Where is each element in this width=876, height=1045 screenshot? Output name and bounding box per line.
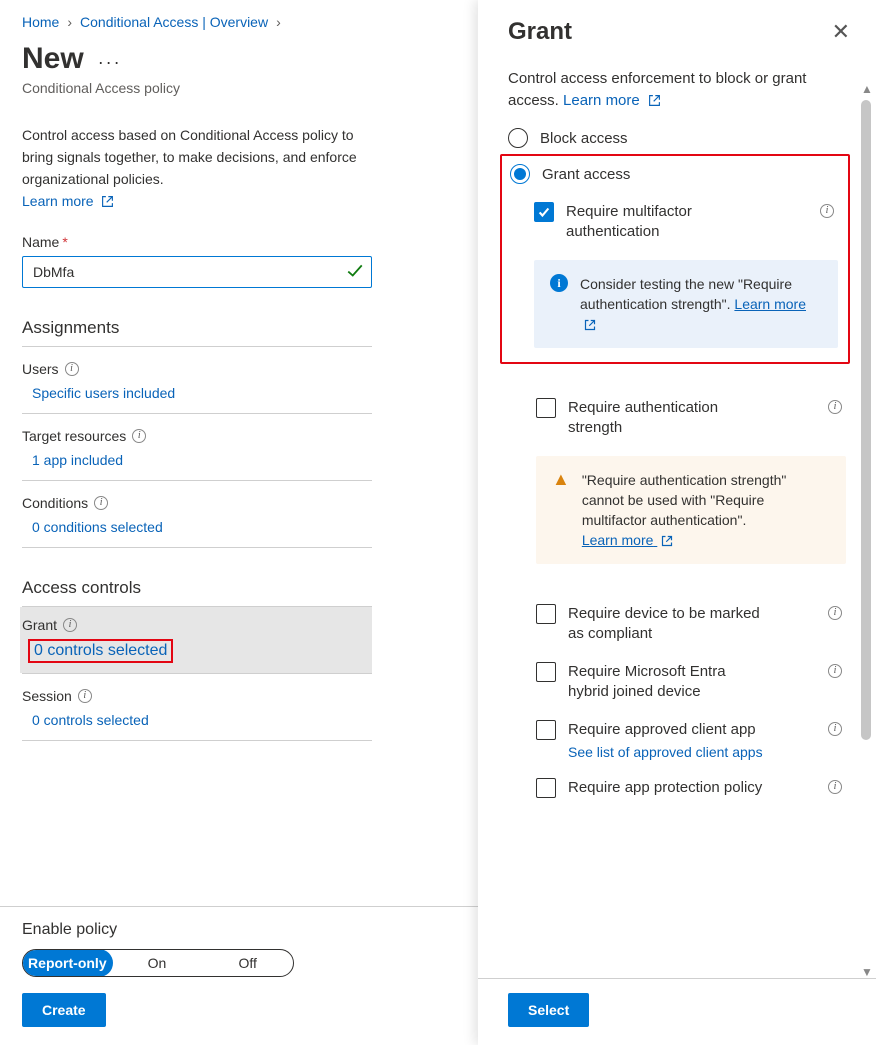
require-compliant-label: Require device to be marked as compliant <box>568 604 768 644</box>
scroll-down-icon[interactable]: ▼ <box>858 963 876 981</box>
grant-item[interactable]: Grant i 0 controls selected <box>22 607 372 674</box>
info-icon[interactable]: i <box>828 722 842 736</box>
require-app-protection-checkbox[interactable]: Require app protection policy i <box>508 778 846 798</box>
more-actions-button[interactable]: ··· <box>98 52 122 73</box>
grant-access-label: Grant access <box>542 166 630 183</box>
require-auth-strength-label: Require authentication strength <box>568 398 768 438</box>
checkbox-icon <box>536 778 556 798</box>
panel-intro: Control access enforcement to block or g… <box>508 68 846 112</box>
conditions-item[interactable]: Conditions i 0 conditions selected <box>22 481 372 548</box>
approved-apps-link[interactable]: See list of approved client apps <box>568 744 763 760</box>
panel-body: Control access enforcement to block or g… <box>478 52 876 978</box>
info-icon[interactable]: i <box>94 496 108 510</box>
valid-check-icon <box>346 262 364 280</box>
info-badge-icon: i <box>550 274 568 292</box>
require-mfa-label: Require multifactor authentication <box>566 202 766 242</box>
enable-policy-label: Enable policy <box>22 921 456 939</box>
grant-value-link[interactable]: 0 controls selected <box>34 642 167 659</box>
session-item[interactable]: Session i 0 controls selected <box>22 674 372 741</box>
info-icon[interactable]: i <box>132 429 146 443</box>
page-subtitle: Conditional Access policy <box>22 80 456 96</box>
grant-label: Grant <box>22 617 57 633</box>
auth-strength-learn-more[interactable]: Learn more <box>582 532 673 548</box>
info-icon[interactable]: i <box>828 664 842 678</box>
scroll-up-icon[interactable]: ▲ <box>858 80 876 98</box>
access-controls-heading: Access controls <box>22 578 372 607</box>
users-label: Users <box>22 361 59 377</box>
warning-icon: ▲ <box>552 470 570 550</box>
grant-panel: Grant ✕ Control access enforcement to bl… <box>478 0 876 1045</box>
checkbox-icon <box>534 202 554 222</box>
block-access-radio[interactable]: Block access <box>508 128 846 148</box>
require-approved-client-checkbox[interactable]: Require approved client app See list of … <box>508 720 846 760</box>
auth-strength-warning-text: "Require authentication strength" cannot… <box>582 472 787 528</box>
checkbox-icon <box>536 720 556 740</box>
breadcrumb: Home › Conditional Access | Overview › <box>22 14 456 30</box>
breadcrumb-home[interactable]: Home <box>22 14 59 30</box>
toggle-off[interactable]: Off <box>202 950 293 976</box>
grant-access-radio[interactable]: Grant access <box>506 164 838 184</box>
require-hybrid-label: Require Microsoft Entra hybrid joined de… <box>568 662 768 702</box>
assignments-heading: Assignments <box>22 318 372 347</box>
users-item[interactable]: Users i Specific users included <box>22 347 372 414</box>
panel-learn-more-link[interactable]: Learn more <box>563 92 661 109</box>
page-intro: Control access based on Conditional Acce… <box>22 124 382 212</box>
chevron-right-icon: › <box>67 14 72 30</box>
users-value-link[interactable]: Specific users included <box>22 379 372 414</box>
require-hybrid-joined-checkbox[interactable]: Require Microsoft Entra hybrid joined de… <box>508 662 846 702</box>
require-auth-strength-checkbox[interactable]: Require authentication strength i <box>508 398 846 438</box>
toggle-on[interactable]: On <box>112 950 203 976</box>
panel-title: Grant <box>508 18 572 46</box>
learn-more-link[interactable]: Learn more <box>22 193 114 209</box>
info-icon[interactable]: i <box>828 606 842 620</box>
session-label: Session <box>22 688 72 704</box>
checkbox-icon <box>536 604 556 624</box>
grant-access-highlight: Grant access Require multifactor authent… <box>500 154 850 364</box>
policy-name-input[interactable] <box>22 256 372 288</box>
page-title: New <box>22 42 84 76</box>
radio-icon <box>508 128 528 148</box>
panel-footer: Select <box>478 978 876 1045</box>
session-value-link[interactable]: 0 controls selected <box>22 706 372 741</box>
info-icon[interactable]: i <box>828 780 842 794</box>
block-access-label: Block access <box>540 130 628 147</box>
info-icon[interactable]: i <box>65 362 79 376</box>
left-footer: Enable policy Report-only On Off Create <box>0 906 478 1045</box>
require-approved-label: Require approved client app <box>568 721 756 738</box>
auth-strength-warning: ▲ "Require authentication strength" cann… <box>536 456 846 564</box>
enable-policy-toggle[interactable]: Report-only On Off <box>22 949 294 977</box>
name-label: Name* <box>22 234 456 250</box>
radio-icon <box>510 164 530 184</box>
targets-value-link[interactable]: 1 app included <box>22 446 372 481</box>
external-link-icon <box>661 535 673 547</box>
external-link-icon <box>584 319 596 331</box>
require-compliant-device-checkbox[interactable]: Require device to be marked as compliant… <box>508 604 846 644</box>
main-pane: Home › Conditional Access | Overview › N… <box>0 0 478 1045</box>
breadcrumb-conditional-access[interactable]: Conditional Access | Overview <box>80 14 268 30</box>
info-icon[interactable]: i <box>78 689 92 703</box>
scroll-thumb[interactable] <box>861 100 871 740</box>
info-icon[interactable]: i <box>820 204 834 218</box>
mfa-info-callout: i Consider testing the new "Require auth… <box>534 260 838 348</box>
target-resources-item[interactable]: Target resources i 1 app included <box>22 414 372 481</box>
chevron-right-icon: › <box>276 14 281 30</box>
targets-label: Target resources <box>22 428 126 444</box>
scrollbar[interactable]: ▲ ▼ <box>858 80 876 981</box>
info-icon[interactable]: i <box>63 618 77 632</box>
conditions-label: Conditions <box>22 495 88 511</box>
checkbox-icon <box>536 662 556 682</box>
close-icon[interactable]: ✕ <box>832 21 850 43</box>
external-link-icon <box>101 195 114 208</box>
select-button[interactable]: Select <box>508 993 589 1027</box>
require-app-protection-label: Require app protection policy <box>568 778 762 798</box>
info-icon[interactable]: i <box>828 400 842 414</box>
checkbox-icon <box>536 398 556 418</box>
require-mfa-checkbox[interactable]: Require multifactor authentication i <box>506 202 838 242</box>
toggle-report-only[interactable]: Report-only <box>22 949 113 977</box>
external-link-icon <box>648 94 661 107</box>
create-button[interactable]: Create <box>22 993 106 1027</box>
conditions-value-link[interactable]: 0 conditions selected <box>22 513 372 548</box>
